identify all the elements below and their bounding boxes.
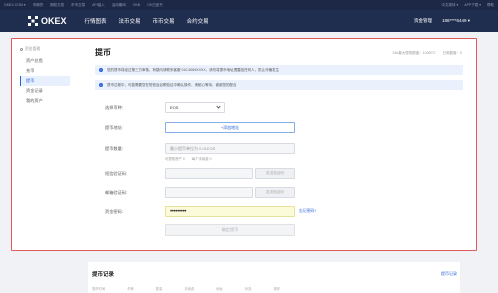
records-header: 提币时间 币种 数量 手续费 地址 状态 操作 bbox=[92, 286, 302, 291]
app-download-link[interactable]: APP下载 ▾ bbox=[464, 3, 481, 8]
sidebar-item-deposit[interactable]: 充币 bbox=[20, 66, 70, 76]
sidebar-header-label: 资金管理 bbox=[25, 47, 41, 51]
topbar-item[interactable]: OK白皮书 bbox=[147, 3, 163, 8]
confirm-withdraw-button[interactable]: 确定提币 bbox=[165, 224, 295, 236]
sidebar-item-withdraw[interactable]: 提币 bbox=[20, 76, 70, 86]
email-code-label: 邮箱验证码: bbox=[105, 189, 128, 195]
nav-market-charts[interactable]: 行情图表 bbox=[85, 17, 107, 25]
fund-password-row: 资金密码: ••••••••• 忘记密码? bbox=[105, 206, 465, 217]
email-code-input[interactable] bbox=[165, 187, 253, 198]
nav-futures-trading[interactable]: 合约交易 bbox=[187, 17, 209, 25]
sidebar-item-my-assets[interactable]: 我的资产 bbox=[20, 96, 70, 106]
topbar-item[interactable]: 币币交易 bbox=[71, 3, 85, 8]
sidebar-item-fund-records[interactable]: 资金记录 bbox=[20, 86, 70, 96]
sms-code-label: 短信验证码: bbox=[105, 170, 128, 176]
topbar-item[interactable]: OKB bbox=[133, 3, 140, 7]
language-selector[interactable]: 中文简体 ▾ bbox=[442, 3, 459, 8]
okex-logo-icon bbox=[28, 16, 38, 26]
withdraw-fee: 每个手续费 0 bbox=[191, 157, 212, 161]
chevron-down-icon bbox=[216, 104, 221, 109]
amount-label: 提币数量: bbox=[105, 145, 123, 151]
address-row: 提币地址: +添加地址 bbox=[105, 122, 465, 133]
wallet-icon bbox=[20, 48, 23, 51]
currency-select[interactable]: EOS bbox=[165, 102, 225, 113]
topbar-item[interactable]: 活动期间 bbox=[112, 3, 126, 8]
fund-password-input[interactable]: ••••••••• bbox=[165, 206, 295, 217]
column-header: 币种 bbox=[127, 287, 134, 291]
withdraw-records: 提币记录 提币记录 提币时间 币种 数量 手续费 地址 状态 操作 bbox=[88, 262, 460, 293]
column-header: 手续费 bbox=[184, 287, 195, 291]
navbar-right: 资金管理 186****6449 ▾ bbox=[404, 18, 470, 24]
sms-code-row: 短信验证码: 发送验证码 bbox=[105, 168, 465, 179]
page-title: 提币 bbox=[95, 48, 111, 57]
main-navbar: OKEX 行情图表 法币交易 币币交易 合约交易 资金管理 186****644… bbox=[0, 10, 498, 32]
info-icon: i bbox=[99, 83, 103, 87]
topbar-item[interactable]: OKEX.COM ▾ bbox=[4, 3, 26, 7]
email-code-row: 邮箱验证码: 发送验证码 bbox=[105, 187, 465, 198]
user-account-menu[interactable]: 186****6449 ▾ bbox=[442, 18, 470, 24]
topbar-item[interactable]: 期权交易 bbox=[50, 3, 64, 8]
amount-input[interactable]: 最小提币单位为 0.01EOS bbox=[165, 143, 295, 154]
asset-sidebar: 资金管理 资产总揽 充币 提币 资金记录 我的资产 bbox=[20, 47, 70, 106]
currency-value: EOS bbox=[170, 105, 179, 110]
sidebar-header: 资金管理 bbox=[20, 47, 70, 52]
topbar-right: 中文简体 ▾ APP下载 ▾ 帮助 bbox=[436, 3, 494, 8]
fund-password-label: 资金密码: bbox=[105, 208, 123, 214]
currency-row: 选择币种: EOS bbox=[105, 102, 465, 113]
daily-limit: 24h最大提现额度：100BTC bbox=[392, 51, 436, 55]
column-header: 提币时间 bbox=[92, 287, 106, 291]
help-link[interactable]: 帮助 bbox=[487, 3, 494, 8]
column-header: 数量 bbox=[155, 287, 163, 291]
fund-password-value: ••••••••• bbox=[170, 208, 187, 215]
currency-label: 选择币种: bbox=[105, 104, 123, 110]
notice-text: 您的提币将经过第三方审核，有疑问请联系客服 010-5069XXXX，请勿将提币… bbox=[107, 67, 280, 72]
sms-code-input[interactable] bbox=[165, 168, 253, 179]
brand-logo[interactable]: OKEX bbox=[28, 16, 67, 26]
notice-text: 提币过程中，可能需要您在短信及谷歌验证中确认操作，请耐心等待，谢谢您的配合 bbox=[107, 82, 237, 87]
column-header: 操作 bbox=[273, 287, 281, 291]
topbar-item[interactable]: API接入 bbox=[92, 3, 105, 8]
address-label: 提币地址: bbox=[105, 124, 123, 130]
records-title: 提币记录 bbox=[92, 272, 115, 278]
used-limit: 已用额度：0 bbox=[442, 51, 462, 55]
info-icon: i bbox=[99, 68, 103, 72]
top-utility-bar: OKEX.COM ▾ 币期货 期权交易 币币交易 API接入 活动期间 OKB … bbox=[0, 0, 498, 10]
available-balance: 可提现资产 0 bbox=[165, 157, 185, 161]
column-header: 状态 bbox=[244, 287, 252, 291]
topbar-item[interactable]: 币期货 bbox=[33, 3, 44, 8]
nav-fiat-trading[interactable]: 法币交易 bbox=[119, 17, 141, 25]
amount-placeholder: 最小提币单位为 0.01EOS bbox=[170, 145, 216, 151]
brand-name: OKEX bbox=[41, 16, 67, 26]
asset-management-link[interactable]: 资金管理 bbox=[414, 18, 432, 24]
send-email-code-button[interactable]: 发送验证码 bbox=[255, 187, 295, 198]
sidebar-item-asset-overview[interactable]: 资产总揽 bbox=[20, 56, 70, 66]
notice-banner: i 您的提币将经过第三方审核，有疑问请联系客服 010-5069XXXX，请勿将… bbox=[95, 65, 463, 75]
notice-banner: i 提币过程中，可能需要您在短信及谷歌验证中确认操作，请耐心等待，谢谢您的配合 bbox=[95, 80, 463, 90]
withdraw-limits: 24h最大提现额度：100BTC 已用额度：0 bbox=[386, 51, 462, 56]
send-sms-code-button[interactable]: 发送验证码 bbox=[255, 168, 295, 179]
amount-hints: 可提现资产 0 每个手续费 0 bbox=[165, 156, 218, 161]
records-link[interactable]: 提币记录 bbox=[441, 271, 457, 277]
nav-coin-trading[interactable]: 币币交易 bbox=[153, 17, 175, 25]
add-address-text: +添加地址 bbox=[220, 124, 240, 130]
column-header: 地址 bbox=[216, 287, 223, 291]
amount-row: 提币数量: 最小提币单位为 0.01EOS bbox=[105, 143, 465, 154]
forgot-password-link[interactable]: 忘记密码? bbox=[299, 209, 316, 214]
add-address-field[interactable]: +添加地址 bbox=[165, 122, 295, 133]
